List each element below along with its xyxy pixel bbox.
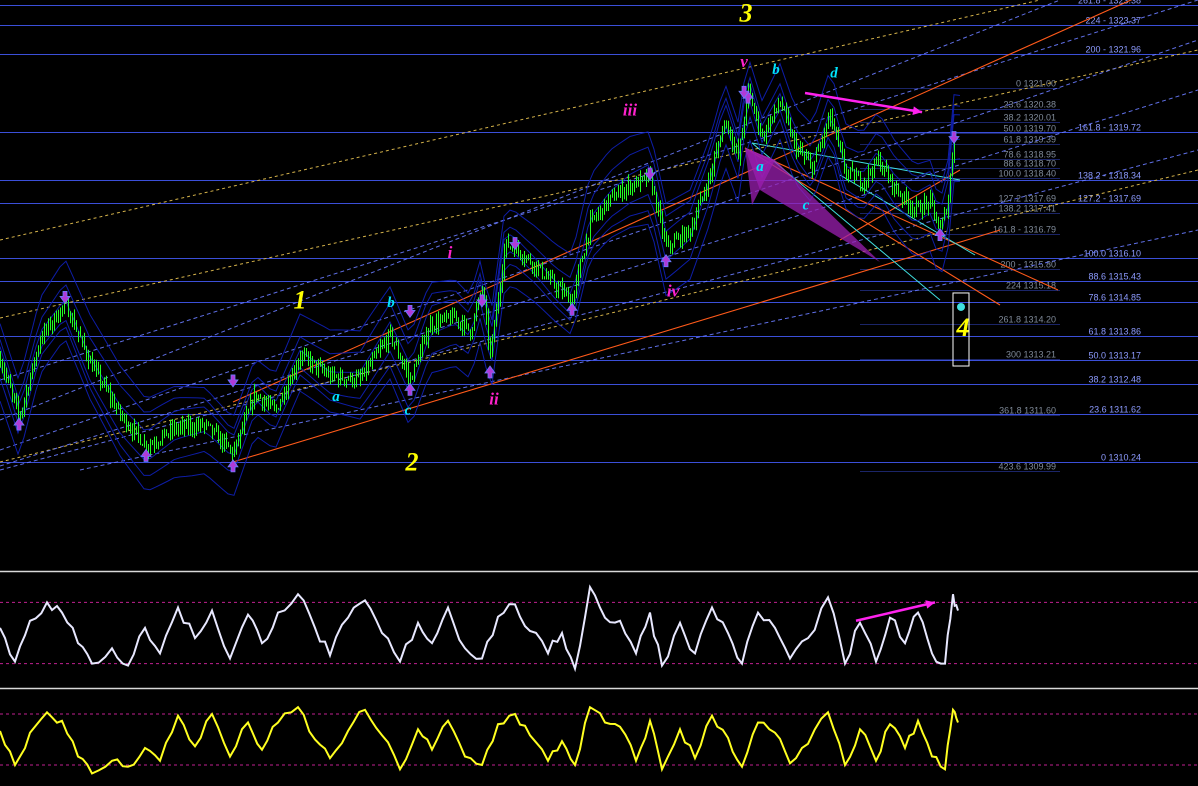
fib-inner-label: 261.8 1314.20	[998, 315, 1056, 325]
fib-label: 200 - 1321.96	[1085, 45, 1141, 55]
wave-label: d	[830, 65, 838, 81]
fib-inner-label: 50.0 1319.70	[1003, 124, 1056, 134]
wave-label: iv	[667, 281, 680, 300]
fib-inner-label: 423.6 1309.99	[998, 462, 1056, 472]
wave-label: 2	[405, 447, 419, 476]
fib-label: 78.6 1314.85	[1088, 293, 1141, 303]
fib-inner-label: 38.2 1320.01	[1003, 113, 1056, 123]
fib-inner-label: 88.6 1318.70	[1003, 159, 1056, 169]
wave-label: a	[756, 159, 764, 175]
fib-label: 261.8 - 1323.38	[1078, 0, 1141, 6]
wave-label: b	[772, 62, 780, 78]
fib-label: 23.6 1311.62	[1089, 405, 1141, 415]
fib-inner-label: 300 1313.21	[1006, 350, 1056, 360]
fib-inner-label: 23.6 1320.38	[1003, 100, 1056, 110]
fib-inner-label: 361.8 1311.60	[999, 406, 1056, 416]
fib-label: 38.2 1312.48	[1088, 375, 1141, 385]
fib-label: 0 1310.24	[1101, 453, 1141, 463]
fib-label: 127.2 - 1317.69	[1078, 194, 1141, 204]
wave-label: 4	[956, 313, 970, 342]
wave-label: i	[448, 243, 453, 262]
target-dot	[957, 302, 965, 311]
fib-label: 100.0 1316.10	[1083, 249, 1141, 259]
fib-label: 50.0 1313.17	[1088, 351, 1141, 361]
wave-label: b	[387, 295, 395, 311]
fib-label: 88.6 1315.43	[1088, 272, 1141, 282]
wave-label: iii	[623, 101, 637, 120]
fib-inner-label: 127.2 1317.69	[998, 194, 1056, 204]
fib-inner-label: 161.8 - 1316.79	[993, 225, 1056, 235]
wave-label: 1	[294, 286, 307, 315]
wave-label: c	[803, 198, 810, 214]
fib-label: 61.8 1313.86	[1088, 327, 1141, 337]
fib-inner-label: 100.0 1318.40	[998, 169, 1056, 179]
fib-label: 161.8 - 1319.72	[1078, 123, 1141, 133]
wave-label: v	[740, 52, 748, 71]
wave-label: a	[332, 389, 340, 405]
fib-label: 138.2 - 1318.34	[1078, 171, 1141, 181]
wave-label: c	[405, 403, 412, 419]
wave-label: ii	[489, 389, 499, 408]
trading-chart: 261.8 - 1323.38224 - 1323.37200 - 1321.9…	[0, 0, 1198, 786]
wave-label: 3	[739, 0, 753, 28]
